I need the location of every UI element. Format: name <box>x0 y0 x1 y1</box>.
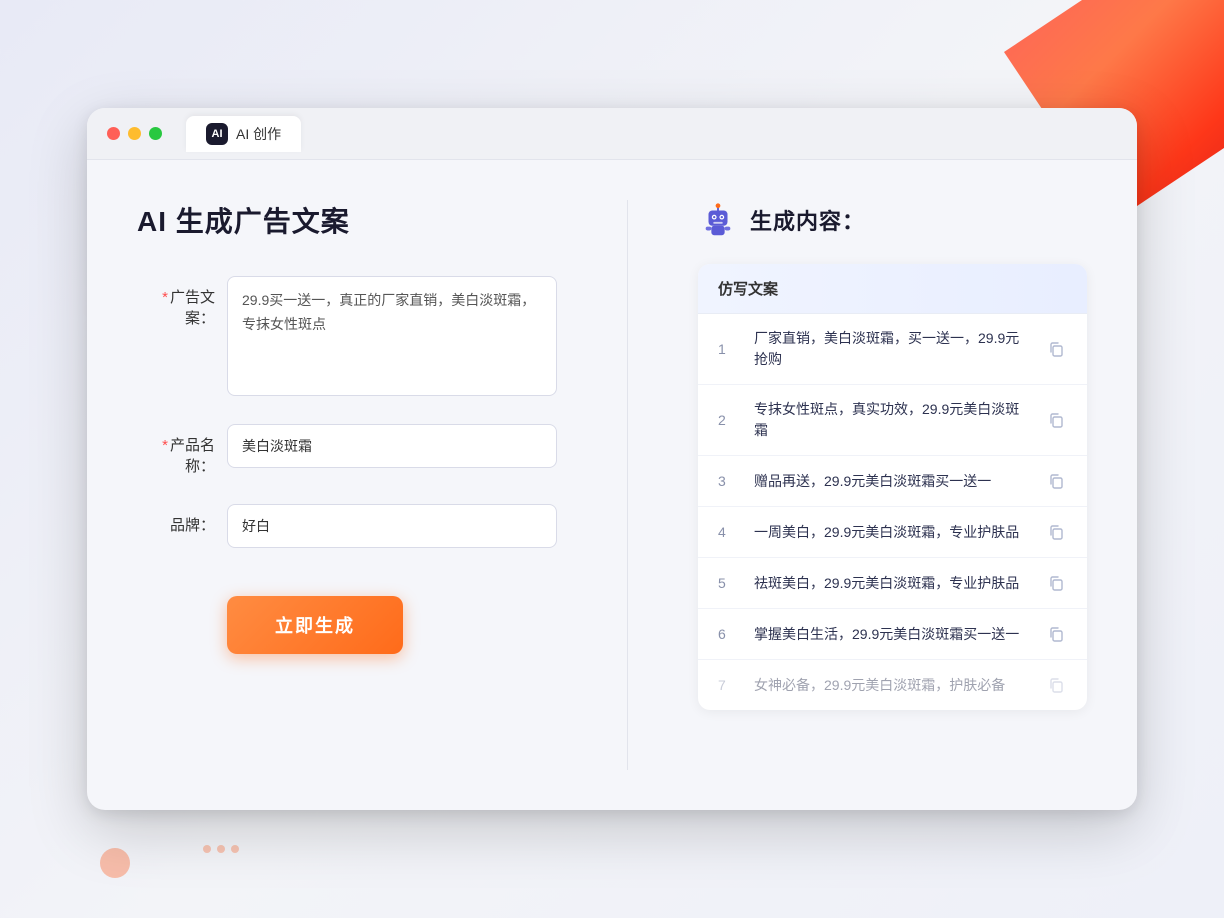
row-text: 厂家直销，美白淡斑霜，买一送一，29.9元抢购 <box>754 328 1029 370</box>
maximize-button[interactable] <box>149 127 162 140</box>
tab-title: AI 创作 <box>236 124 281 144</box>
tab-ai-icon: AI <box>206 123 228 145</box>
copy-icon[interactable] <box>1045 623 1067 645</box>
browser-window: AI AI 创作 AI 生成广告文案 *广告文案： 29.9买一送一，真正的厂家… <box>87 108 1137 810</box>
title-bar: AI AI 创作 <box>87 108 1137 160</box>
table-header: 仿写文案 <box>698 264 1087 314</box>
ad-copy-group: *广告文案： 29.9买一送一，真正的厂家直销，美白淡斑霜，专抹女性斑点 <box>137 276 557 396</box>
row-number: 3 <box>718 473 738 489</box>
results-table: 仿写文案 1 厂家直销，美白淡斑霜，买一送一，29.9元抢购 2 专抹女性斑点，… <box>698 264 1087 710</box>
row-number: 7 <box>718 677 738 693</box>
right-header: 生成内容： <box>698 200 1087 240</box>
results-title: 生成内容： <box>750 204 865 236</box>
row-number: 5 <box>718 575 738 591</box>
brand-input[interactable] <box>227 504 557 548</box>
main-content: AI 生成广告文案 *广告文案： 29.9买一送一，真正的厂家直销，美白淡斑霜，… <box>87 160 1137 810</box>
ad-copy-label: *广告文案： <box>137 276 227 328</box>
required-star-2: * <box>162 437 168 454</box>
copy-icon[interactable] <box>1045 572 1067 594</box>
row-text: 赠品再送，29.9元美白淡斑霜买一送一 <box>754 471 1029 492</box>
left-panel: AI 生成广告文案 *广告文案： 29.9买一送一，真正的厂家直销，美白淡斑霜，… <box>137 200 557 770</box>
table-row: 3 赠品再送，29.9元美白淡斑霜买一送一 <box>698 456 1087 507</box>
row-number: 1 <box>718 341 738 357</box>
minimize-button[interactable] <box>128 127 141 140</box>
row-text: 女神必备，29.9元美白淡斑霜，护肤必备 <box>754 675 1029 696</box>
row-text: 祛斑美白，29.9元美白淡斑霜，专业护肤品 <box>754 573 1029 594</box>
product-name-label: *产品名称： <box>137 424 227 476</box>
copy-icon[interactable] <box>1045 409 1067 431</box>
page-title: AI 生成广告文案 <box>137 200 557 240</box>
panel-divider <box>627 200 628 770</box>
table-row: 4 一周美白，29.9元美白淡斑霜，专业护肤品 <box>698 507 1087 558</box>
product-name-group: *产品名称： <box>137 424 557 476</box>
tab-ai-create[interactable]: AI AI 创作 <box>186 116 301 152</box>
row-number: 4 <box>718 524 738 540</box>
row-text: 专抹女性斑点，真实功效，29.9元美白淡斑霜 <box>754 399 1029 441</box>
table-row: 7 女神必备，29.9元美白淡斑霜，护肤必备 <box>698 660 1087 710</box>
row-number: 6 <box>718 626 738 642</box>
copy-icon[interactable] <box>1045 674 1067 696</box>
robot-icon <box>698 200 738 240</box>
copy-icon[interactable] <box>1045 470 1067 492</box>
brand-group: 品牌： <box>137 504 557 548</box>
traffic-lights <box>107 127 162 140</box>
right-panel: 生成内容： 仿写文案 1 厂家直销，美白淡斑霜，买一送一，29.9元抢购 2 专… <box>698 200 1087 770</box>
generate-button[interactable]: 立即生成 <box>227 596 403 654</box>
copy-icon[interactable] <box>1045 521 1067 543</box>
close-button[interactable] <box>107 127 120 140</box>
table-row: 6 掌握美白生活，29.9元美白淡斑霜买一送一 <box>698 609 1087 660</box>
row-text: 掌握美白生活，29.9元美白淡斑霜买一送一 <box>754 624 1029 645</box>
table-row: 5 祛斑美白，29.9元美白淡斑霜，专业护肤品 <box>698 558 1087 609</box>
ad-copy-textarea[interactable]: 29.9买一送一，真正的厂家直销，美白淡斑霜，专抹女性斑点 <box>227 276 557 396</box>
copy-icon[interactable] <box>1045 338 1067 360</box>
brand-label: 品牌： <box>137 504 227 535</box>
product-name-input[interactable] <box>227 424 557 468</box>
row-number: 2 <box>718 412 738 428</box>
required-star-1: * <box>162 289 168 306</box>
row-text: 一周美白，29.9元美白淡斑霜，专业护肤品 <box>754 522 1029 543</box>
table-row: 1 厂家直销，美白淡斑霜，买一送一，29.9元抢购 <box>698 314 1087 385</box>
decorative-dots <box>200 840 242 858</box>
table-row: 2 专抹女性斑点，真实功效，29.9元美白淡斑霜 <box>698 385 1087 456</box>
